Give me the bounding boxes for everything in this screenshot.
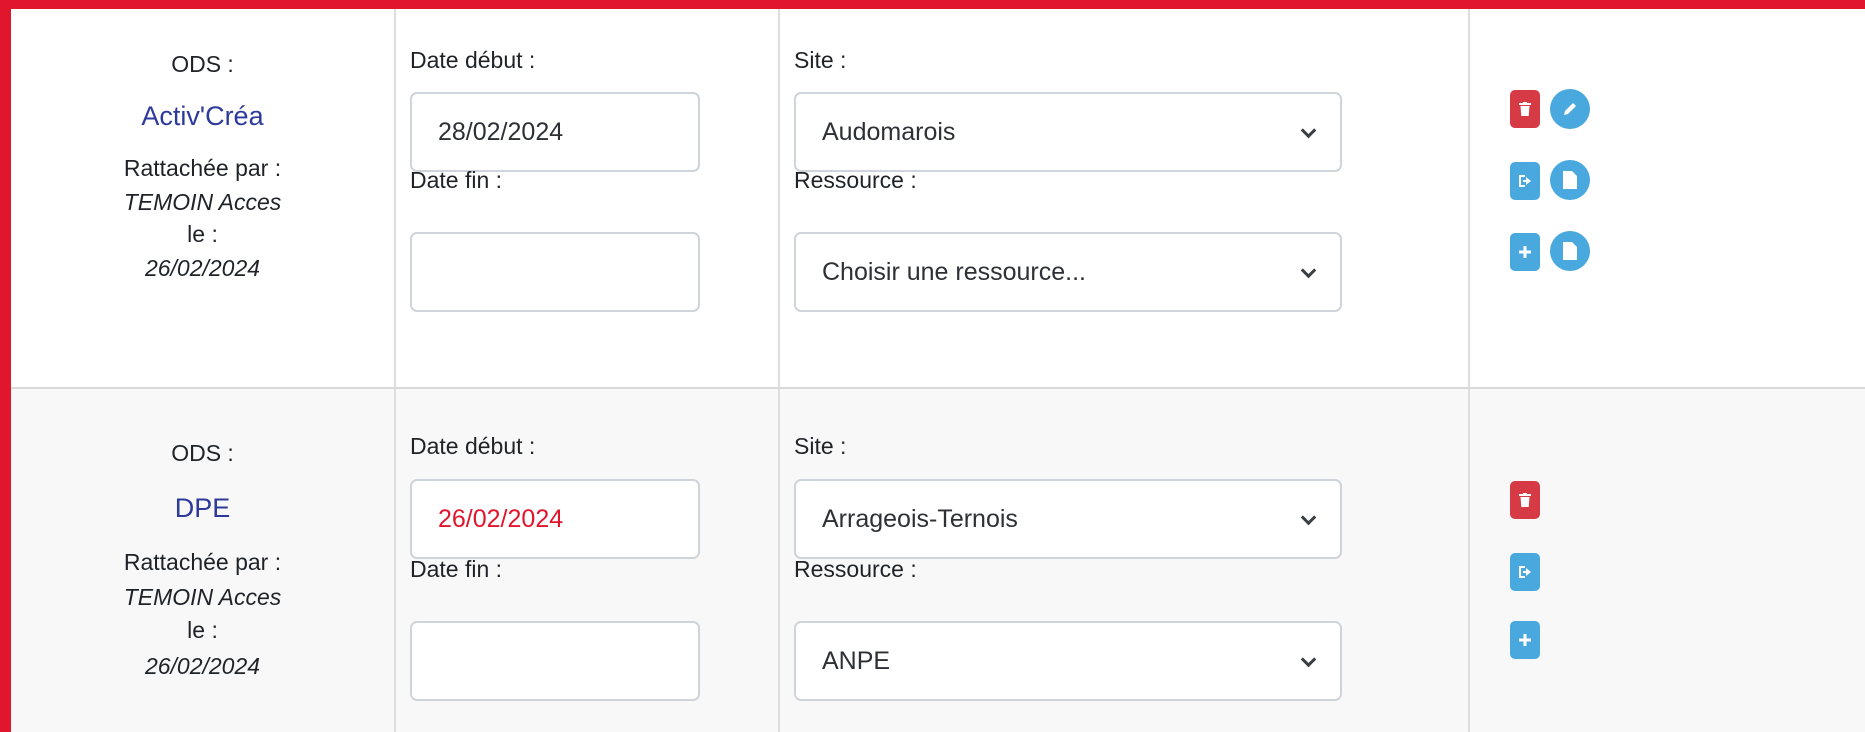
ods-name-link[interactable]: Activ'Créa bbox=[11, 101, 394, 132]
resource-select[interactable]: ANPE bbox=[794, 621, 1342, 701]
chevron-down-icon bbox=[1300, 509, 1317, 526]
attached-by-value: TEMOIN Acces bbox=[123, 584, 282, 610]
resource-label: Ressource : bbox=[794, 556, 917, 582]
site-resource-cell: Site : Arrageois-Ternois Ressource : ANP… bbox=[780, 389, 1468, 732]
document-button[interactable] bbox=[1550, 160, 1590, 200]
exit-icon bbox=[1519, 566, 1531, 578]
on-label: le : bbox=[187, 221, 218, 247]
resource-select-value: Choisir une ressource... bbox=[822, 258, 1087, 286]
date-end-label: Date fin : bbox=[410, 167, 503, 193]
exit-icon bbox=[1519, 175, 1531, 187]
on-label: le : bbox=[187, 617, 218, 643]
actions-cell bbox=[1470, 9, 1865, 387]
chevron-down-icon bbox=[1300, 122, 1317, 139]
site-select-value: Arrageois-Ternois bbox=[822, 505, 1018, 533]
table-row: ODS : Activ'Créa Rattachée par : TEMOIN … bbox=[11, 9, 1865, 389]
attached-by-label: Rattachée par : bbox=[123, 549, 282, 575]
date-start-label: Date début : bbox=[410, 433, 536, 459]
resource-label: Ressource : bbox=[794, 167, 917, 193]
date-end-label: Date fin : bbox=[410, 556, 503, 582]
attached-date-value: 26/02/2024 bbox=[144, 255, 261, 281]
attached-by-label: Rattachée par : bbox=[123, 155, 282, 181]
document-button[interactable] bbox=[1550, 231, 1590, 271]
site-select[interactable]: Audomarois bbox=[794, 92, 1342, 172]
document-icon bbox=[1563, 171, 1577, 189]
attached-date-value: 26/02/2024 bbox=[144, 653, 261, 679]
table-row: ODS : DPE Rattachée par : TEMOIN Acces l… bbox=[11, 389, 1865, 732]
site-select-value: Audomarois bbox=[822, 118, 956, 146]
dates-cell: Date début : 26/02/2024 Date fin : bbox=[396, 389, 778, 732]
actions-cell bbox=[1470, 389, 1865, 732]
ods-label: ODS : bbox=[171, 440, 234, 466]
document-icon bbox=[1563, 242, 1577, 260]
assignment-table: ODS : Activ'Créa Rattachée par : TEMOIN … bbox=[11, 9, 1865, 732]
plus-icon bbox=[1519, 246, 1531, 258]
detach-button[interactable] bbox=[1510, 162, 1540, 200]
dates-cell: Date début : 28/02/2024 Date fin : bbox=[396, 9, 778, 387]
site-label: Site : bbox=[794, 47, 847, 73]
chevron-down-icon bbox=[1300, 651, 1317, 668]
plus-icon bbox=[1519, 634, 1531, 646]
date-start-input[interactable]: 26/02/2024 bbox=[410, 479, 700, 559]
site-label: Site : bbox=[794, 433, 847, 459]
resource-select[interactable]: Choisir une ressource... bbox=[794, 232, 1342, 312]
site-resource-cell: Site : Audomarois Ressource : Choisir un… bbox=[780, 9, 1468, 387]
trash-icon bbox=[1519, 102, 1531, 116]
detach-button[interactable] bbox=[1510, 553, 1540, 591]
ods-cell: ODS : DPE Rattachée par : TEMOIN Acces l… bbox=[11, 389, 394, 732]
trash-icon bbox=[1519, 493, 1531, 507]
attached-by-value: TEMOIN Acces bbox=[123, 189, 282, 215]
add-button[interactable] bbox=[1510, 233, 1540, 271]
edit-button[interactable] bbox=[1550, 89, 1590, 129]
delete-button[interactable] bbox=[1510, 481, 1540, 519]
site-select[interactable]: Arrageois-Ternois bbox=[794, 479, 1342, 559]
date-end-input[interactable] bbox=[410, 621, 700, 701]
resource-select-value: ANPE bbox=[822, 647, 891, 675]
date-end-input[interactable] bbox=[410, 232, 700, 312]
ods-name-link[interactable]: DPE bbox=[11, 493, 394, 524]
ods-cell: ODS : Activ'Créa Rattachée par : TEMOIN … bbox=[11, 9, 394, 387]
ods-label: ODS : bbox=[171, 51, 234, 77]
date-start-input[interactable]: 28/02/2024 bbox=[410, 92, 700, 172]
add-button[interactable] bbox=[1510, 621, 1540, 659]
pencil-icon bbox=[1564, 103, 1576, 115]
date-start-label: Date début : bbox=[410, 47, 536, 73]
chevron-down-icon bbox=[1300, 262, 1317, 279]
delete-button[interactable] bbox=[1510, 90, 1540, 128]
